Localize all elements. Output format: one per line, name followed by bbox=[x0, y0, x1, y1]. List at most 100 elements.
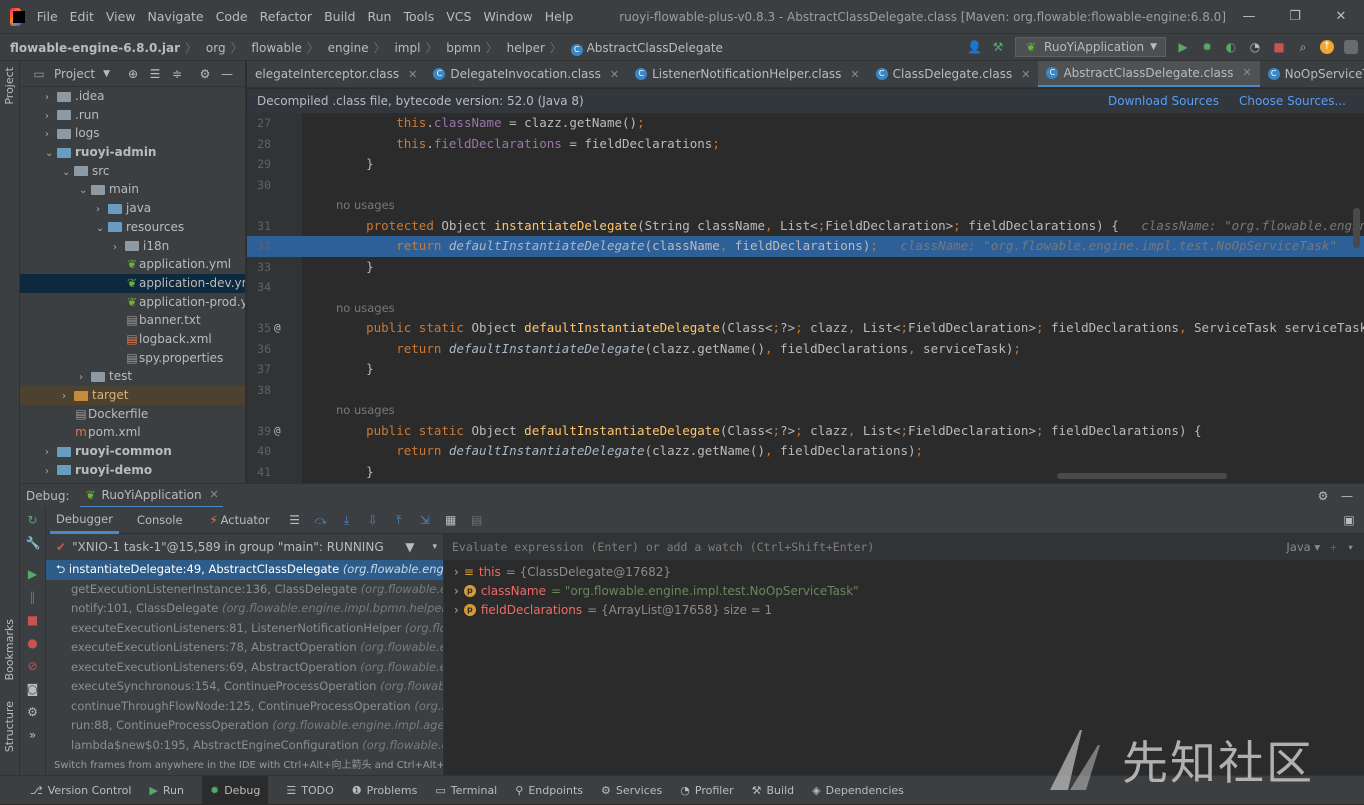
tree-item-spy-properties[interactable]: ▤spy.properties bbox=[20, 349, 245, 368]
tree-item-dockerfile[interactable]: ▤Dockerfile bbox=[20, 405, 245, 424]
override-marker-icon[interactable]: @ bbox=[274, 318, 281, 339]
project-panel-title[interactable]: Project bbox=[54, 67, 95, 81]
thread-selector[interactable]: ✔ "XNIO-1 task-1"@15,589 in group "main"… bbox=[46, 534, 443, 560]
breadcrumb-impl[interactable]: impl bbox=[394, 41, 420, 55]
layout-icon[interactable]: ☰ bbox=[288, 513, 302, 527]
code-line[interactable]: 39 @ public static Object defaultInstanti… bbox=[247, 421, 1364, 442]
evaluate-icon[interactable]: ▦ bbox=[444, 513, 458, 527]
code-line[interactable]: 37 } bbox=[247, 359, 1364, 380]
tool-window-todo[interactable]: ☰ TODO bbox=[286, 776, 333, 805]
menu-build[interactable]: Build bbox=[324, 9, 355, 24]
menu-window[interactable]: Window bbox=[483, 9, 532, 24]
menu-refactor[interactable]: Refactor bbox=[260, 9, 312, 24]
chevron-down-icon[interactable]: ▾ bbox=[1347, 540, 1354, 554]
more-icon[interactable]: » bbox=[26, 728, 40, 742]
breadcrumb-bpmn[interactable]: bpmn bbox=[446, 41, 481, 55]
chevron-down-icon[interactable]: ▾ bbox=[432, 542, 437, 552]
tree-item--idea[interactable]: › .idea bbox=[20, 87, 245, 106]
tree-item-pom-xml[interactable]: mpom.xml bbox=[20, 423, 245, 442]
stack-frame[interactable]: lambda$new$0:195, AbstractEngineConfigur… bbox=[46, 736, 443, 756]
breadcrumb-flowable[interactable]: flowable bbox=[251, 41, 301, 55]
chevron-right-icon[interactable]: › bbox=[454, 603, 459, 617]
tree-item-logback-xml[interactable]: ▤logback.xml bbox=[20, 330, 245, 349]
variable-row[interactable]: › p className = "org.flowable.engine.impl.t… bbox=[444, 581, 1364, 600]
tree-item-i18n[interactable]: › i18n bbox=[20, 237, 245, 256]
code-line[interactable]: 31 protected Object instantiateDelegate(… bbox=[247, 216, 1364, 237]
chevron-right-icon[interactable]: › bbox=[454, 584, 459, 598]
expand-all-icon[interactable]: ☰ bbox=[148, 67, 162, 81]
tool-window-version-control[interactable]: ⎇ Version Control bbox=[30, 776, 131, 805]
step-out-icon[interactable]: ⤒ bbox=[392, 513, 406, 527]
code-line[interactable]: 40 return defaultInstantiateDelegate(cla… bbox=[247, 441, 1364, 462]
debug-icon[interactable]: ✹ bbox=[1200, 40, 1214, 54]
settings-icon[interactable]: ⚙ bbox=[26, 705, 40, 719]
hammer-icon[interactable]: ⚒ bbox=[991, 40, 1005, 54]
update-icon[interactable]: ↑ bbox=[1320, 40, 1334, 54]
step-into-icon[interactable]: ⤓ bbox=[340, 513, 354, 527]
locate-icon[interactable]: ⊕ bbox=[126, 67, 140, 81]
breadcrumb-jar[interactable]: flowable-engine-6.8.0.jar bbox=[10, 41, 180, 55]
menu-help[interactable]: Help bbox=[545, 9, 574, 24]
close-window-icon[interactable]: ✕ bbox=[1318, 9, 1364, 24]
menu-run[interactable]: Run bbox=[367, 9, 391, 24]
download-sources-link[interactable]: Download Sources bbox=[1108, 94, 1219, 108]
tree-item-application-yml[interactable]: ❦ application.yml bbox=[20, 255, 245, 274]
close-icon[interactable]: ✕ bbox=[610, 68, 619, 81]
add-watch-icon[interactable]: + bbox=[1330, 540, 1337, 554]
stack-frame[interactable]: getExecutionListenerInstance:136, ClassD… bbox=[46, 580, 443, 600]
language-select[interactable]: Java ▾ bbox=[1286, 540, 1320, 554]
tab-abstractclassdelegate[interactable]: C AbstractClassDelegate.class ✕ bbox=[1038, 61, 1260, 87]
coverage-icon[interactable]: ◐ bbox=[1224, 40, 1238, 54]
menu-navigate[interactable]: Navigate bbox=[148, 9, 204, 24]
tool-window-endpoints[interactable]: ⚲ Endpoints bbox=[515, 776, 583, 805]
tab-classdelegate[interactable]: C ClassDelegate.class ✕ bbox=[868, 61, 1039, 87]
chevron-right-icon[interactable]: › bbox=[454, 565, 459, 579]
menu-edit[interactable]: Edit bbox=[70, 9, 94, 24]
gear-icon[interactable]: ⚙ bbox=[1316, 489, 1330, 503]
restore-layout-icon[interactable]: ▣ bbox=[1342, 513, 1356, 527]
tree-item-application-dev-yml[interactable]: ❦ application-dev.yml bbox=[20, 273, 245, 293]
tab-console[interactable]: Console bbox=[131, 507, 189, 534]
menu-vcs[interactable]: VCS bbox=[446, 9, 471, 24]
profile-icon[interactable]: ◔ bbox=[1248, 40, 1262, 54]
code-line[interactable]: 30 bbox=[247, 175, 1364, 196]
run-to-cursor-icon[interactable]: ⇲ bbox=[418, 513, 432, 527]
menu-file[interactable]: File bbox=[37, 9, 58, 24]
evaluate-expression-input[interactable]: Evaluate expression (Enter) or add a wat… bbox=[444, 534, 1364, 560]
tree-item-main[interactable]: ⌄ main bbox=[20, 180, 245, 199]
menu-view[interactable]: View bbox=[106, 9, 136, 24]
tool-window-dependencies[interactable]: ◈ Dependencies bbox=[812, 776, 904, 805]
code-line[interactable]: no usages bbox=[247, 195, 1364, 216]
tree-item-test[interactable]: › test bbox=[20, 367, 245, 386]
override-marker-icon[interactable]: @ bbox=[274, 421, 281, 442]
stack-frame[interactable]: executeExecutionListeners:81, ListenerNo… bbox=[46, 619, 443, 639]
stack-frame[interactable]: notify:101, ClassDelegate (org.flowable.… bbox=[46, 599, 443, 619]
variable-row[interactable]: › ≡ this = {ClassDelegate@17682} bbox=[444, 562, 1364, 581]
tab-actuator[interactable]: ⚡ Actuator bbox=[201, 507, 276, 534]
code-line[interactable]: 29 } bbox=[247, 154, 1364, 175]
tab-debugger[interactable]: Debugger bbox=[50, 507, 119, 534]
tool-window-profiler[interactable]: ◔ Profiler bbox=[680, 776, 733, 805]
tree-item-src[interactable]: ⌄ src bbox=[20, 162, 245, 181]
bookmarks-tool-label[interactable]: Bookmarks bbox=[3, 619, 16, 680]
tree-item-ruoyi-admin[interactable]: ⌄ ruoyi-admin bbox=[20, 143, 245, 162]
tree-item-ruoyi-common[interactable]: › ruoyi-common bbox=[20, 442, 245, 461]
close-icon[interactable]: ✕ bbox=[850, 68, 859, 81]
resume-icon[interactable]: ▶ bbox=[26, 567, 40, 581]
tool-window-build[interactable]: ⚒ Build bbox=[752, 776, 795, 805]
force-step-into-icon[interactable]: ⇩ bbox=[366, 513, 380, 527]
mute-breakpoints-icon[interactable]: ⊘ bbox=[26, 659, 40, 673]
tab-noopservicetask[interactable]: CNoOpServiceTask.class✕ bbox=[1260, 61, 1364, 87]
tool-window-run[interactable]: ▶ Run bbox=[149, 776, 184, 805]
code-line[interactable]: no usages bbox=[247, 400, 1364, 421]
camera-icon[interactable]: ◙ bbox=[26, 682, 40, 696]
close-icon[interactable]: ✕ bbox=[1242, 66, 1251, 79]
collapse-all-icon[interactable]: ≑ bbox=[170, 67, 184, 81]
restore-icon[interactable]: ❐ bbox=[1272, 9, 1318, 24]
breadcrumb-engine[interactable]: engine bbox=[328, 41, 369, 55]
run-config-select[interactable]: ❦ RuoYiApplication ▼ bbox=[1015, 37, 1166, 57]
code-line[interactable]: 27 this.className = clazz.getName(); bbox=[247, 113, 1364, 134]
close-icon[interactable]: ✕ bbox=[1021, 68, 1030, 81]
breadcrumb-class[interactable]: AbstractClassDelegate bbox=[587, 41, 723, 55]
wrench-icon[interactable]: 🔧 bbox=[26, 536, 41, 550]
